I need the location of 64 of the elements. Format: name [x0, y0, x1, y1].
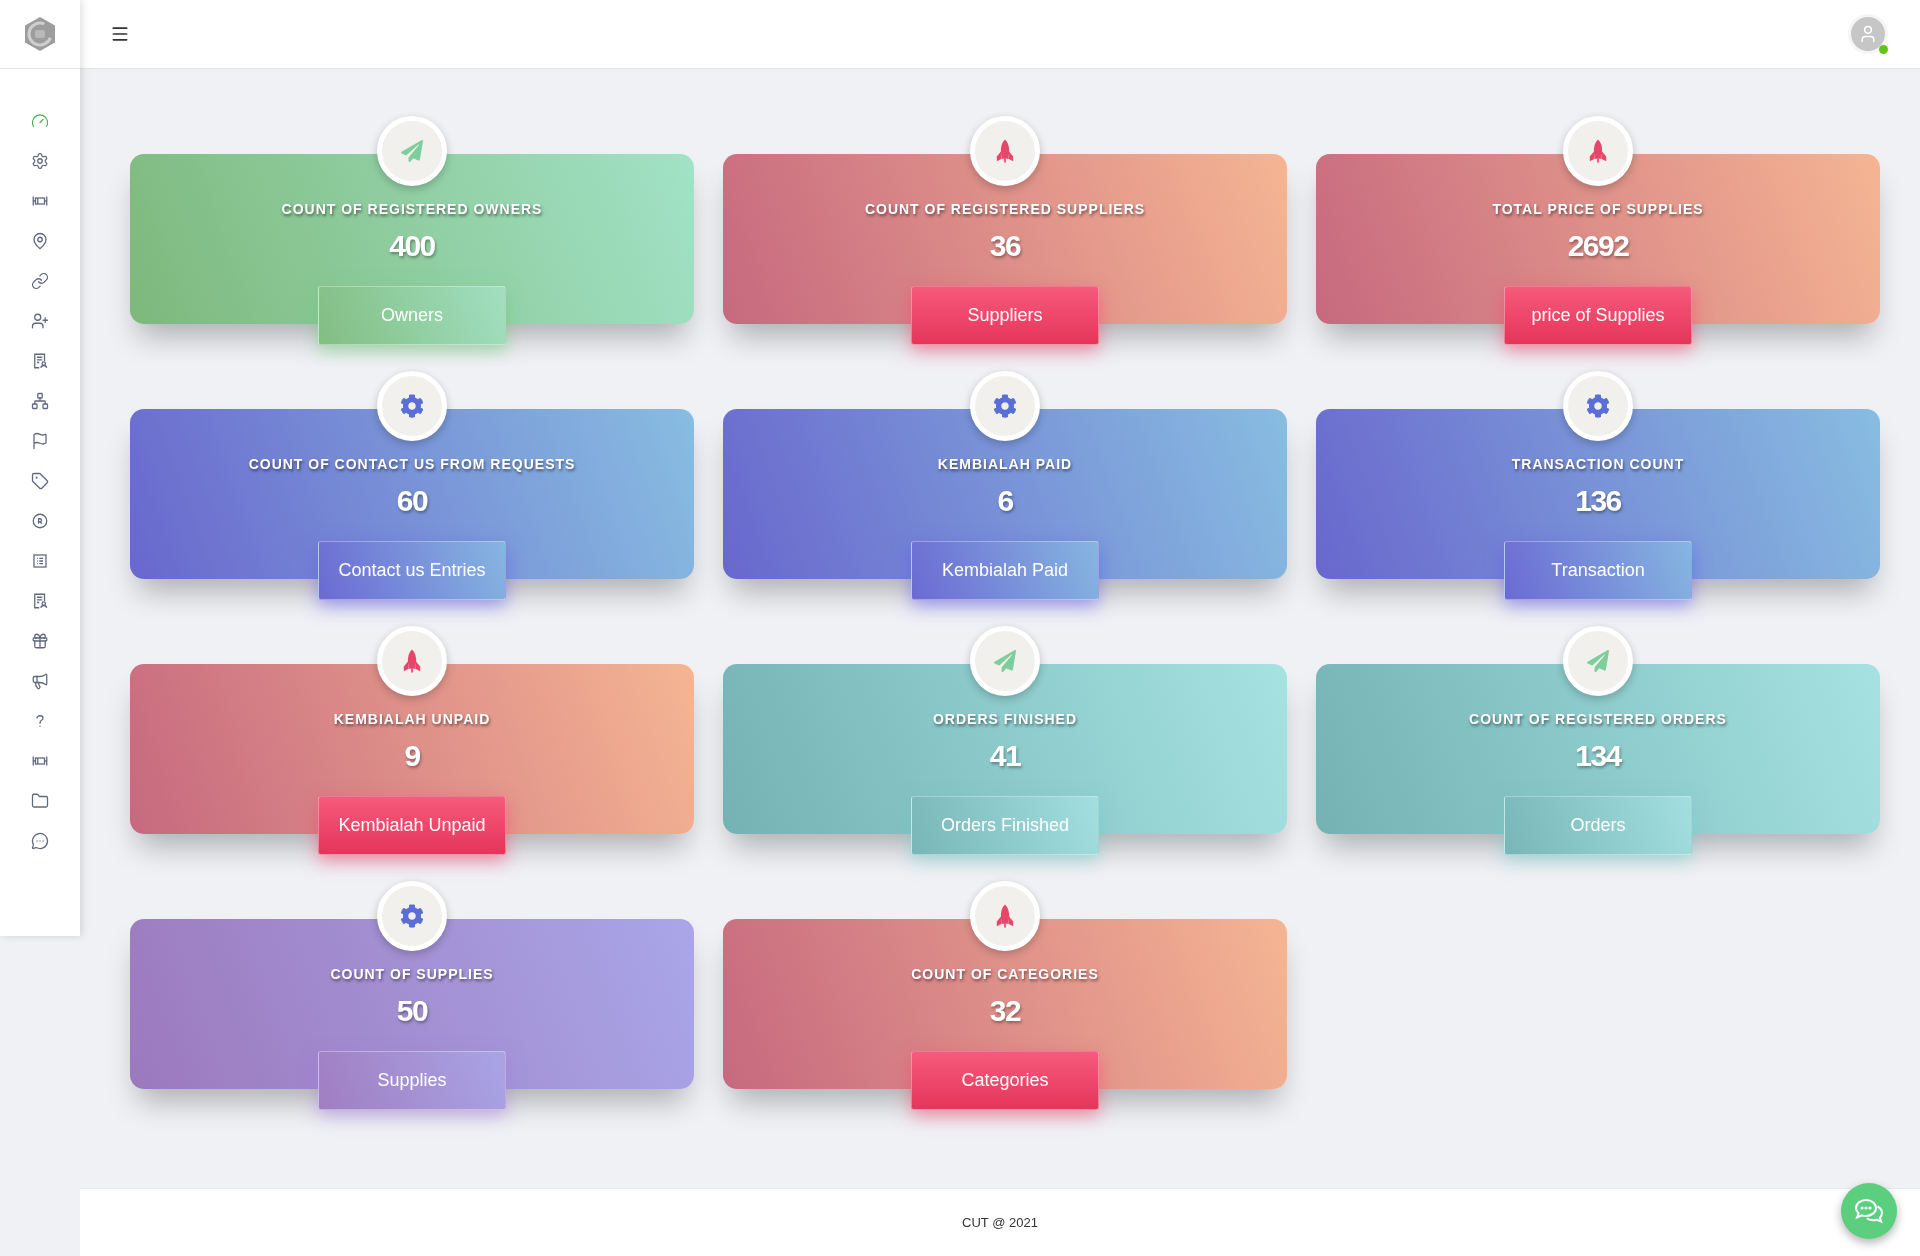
gear-icon — [970, 371, 1040, 441]
link-icon[interactable] — [31, 272, 49, 290]
gear-icon — [377, 881, 447, 951]
stat-value: 36 — [989, 228, 1021, 264]
document-user-icon[interactable] — [31, 352, 49, 370]
user-plus-icon[interactable] — [31, 312, 49, 330]
stat-link-button[interactable]: Kembialah Paid — [911, 541, 1099, 600]
settings-icon[interactable] — [31, 152, 49, 170]
paper-plane-icon — [377, 116, 447, 186]
folder-icon[interactable] — [31, 792, 49, 810]
stat-link-button[interactable]: price of Supplies — [1504, 286, 1692, 345]
stat-value: 2692 — [1567, 228, 1629, 264]
list-icon[interactable] — [31, 552, 49, 570]
stat-link-button[interactable]: Transaction — [1504, 541, 1692, 600]
logo-icon — [22, 16, 58, 52]
stat-value: 9 — [404, 738, 420, 774]
gear-icon — [1563, 371, 1633, 441]
stat-value: 400 — [389, 228, 435, 264]
paper-plane-icon — [1563, 626, 1633, 696]
stat-title: KEMBIALAH UNPAID — [333, 710, 491, 729]
stat-link-button[interactable]: Orders — [1504, 796, 1692, 855]
rocket-icon — [1563, 116, 1633, 186]
gauge-icon[interactable] — [31, 112, 49, 130]
stat-value: 50 — [396, 993, 428, 1029]
footer-copyright: CUT @ 2021 — [962, 1215, 1038, 1230]
megaphone-icon[interactable] — [31, 672, 49, 690]
map-pin-icon[interactable] — [31, 232, 49, 250]
stat-link-button[interactable]: Contact us Entries — [318, 541, 506, 600]
stat-value: 60 — [396, 483, 428, 519]
stat-value: 134 — [1575, 738, 1621, 774]
gear-icon — [377, 371, 447, 441]
stat-link-button[interactable]: Owners — [318, 286, 506, 345]
registered-icon[interactable] — [31, 512, 49, 530]
stat-title: COUNT OF CONTACT US FROM REQUESTS — [248, 455, 576, 474]
stat-value: 41 — [989, 738, 1021, 774]
gift-icon[interactable] — [31, 632, 49, 650]
stat-title: COUNT OF REGISTERED SUPPLIERS — [864, 200, 1146, 219]
stat-link-button[interactable]: Suppliers — [911, 286, 1099, 345]
stat-title: COUNT OF CATEGORIES — [911, 965, 1099, 984]
stat-link-button[interactable]: Orders Finished — [911, 796, 1099, 855]
paper-plane-icon — [970, 626, 1040, 696]
chat-bubbles-icon — [1854, 1197, 1884, 1225]
stat-link-button[interactable]: Supplies — [318, 1051, 506, 1110]
stat-value: 32 — [989, 993, 1021, 1029]
menu-icon[interactable] — [110, 24, 130, 44]
stat-title: TRANSACTION COUNT — [1511, 455, 1685, 474]
chat-icon[interactable] — [31, 832, 49, 850]
flag-icon[interactable] — [31, 432, 49, 450]
stat-title: ORDERS FINISHED — [932, 710, 1078, 729]
rocket-icon — [970, 116, 1040, 186]
stat-value: 136 — [1575, 483, 1621, 519]
stat-link-button[interactable]: Categories — [911, 1051, 1099, 1110]
rocket-icon — [970, 881, 1040, 951]
stat-value: 6 — [997, 483, 1013, 519]
tag-icon[interactable] — [31, 472, 49, 490]
stat-title: COUNT OF REGISTERED ORDERS — [1469, 710, 1727, 729]
stat-link-button[interactable]: Kembialah Unpaid — [318, 796, 506, 855]
rocket-icon — [377, 626, 447, 696]
stat-title: TOTAL PRICE OF SUPPLIES — [1492, 200, 1704, 219]
network-icon[interactable] — [31, 392, 49, 410]
stat-title: COUNT OF SUPPLIES — [330, 965, 494, 984]
stat-title: KEMBIALAH PAID — [937, 455, 1073, 474]
document-user-icon[interactable] — [31, 592, 49, 610]
stat-title: COUNT OF REGISTERED OWNERS — [281, 200, 543, 219]
